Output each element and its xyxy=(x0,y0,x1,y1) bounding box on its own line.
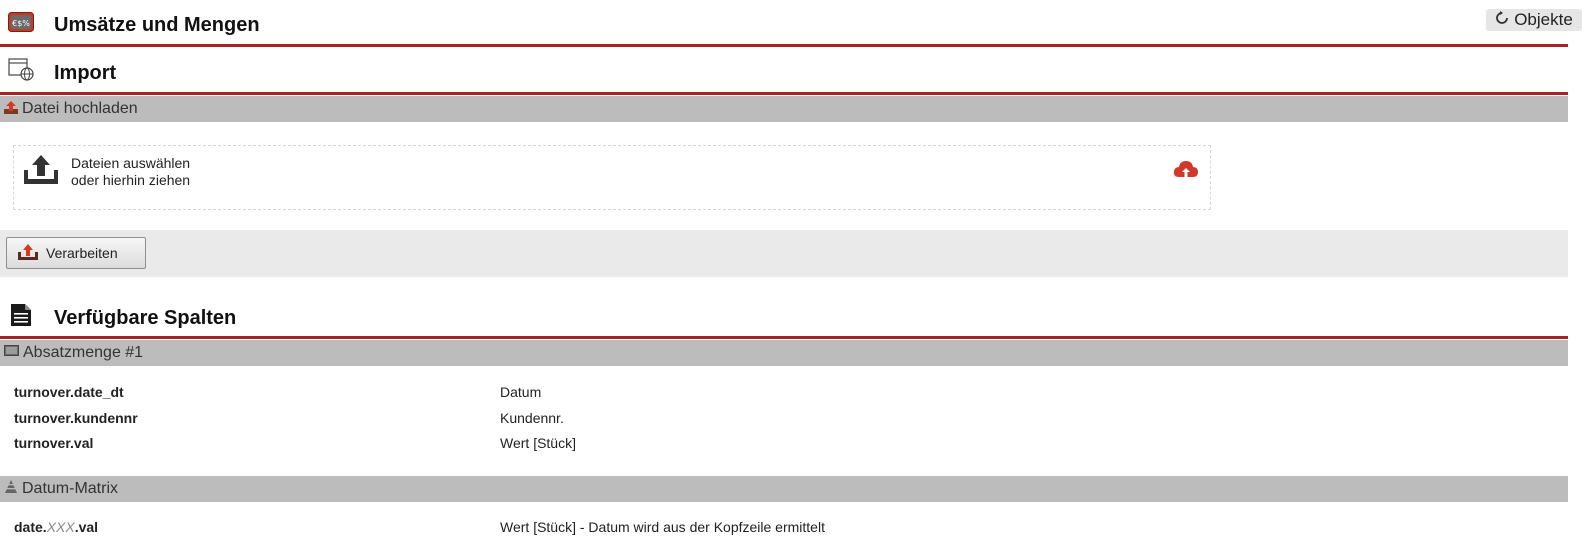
objects-button[interactable]: Objekte xyxy=(1486,9,1582,31)
process-button-label: Verarbeiten xyxy=(46,245,118,261)
column-key: date.XXX.val xyxy=(14,519,98,535)
columns-title: Verfügbare Spalten xyxy=(54,307,237,329)
pyramid-icon xyxy=(4,479,18,499)
column-key: turnover.kundennr xyxy=(14,410,138,426)
group-label-absatzmenge: Absatzmenge #1 xyxy=(23,344,144,361)
column-key-suffix: .val xyxy=(74,519,99,535)
turnover-icon: €$% xyxy=(8,12,34,37)
group-header-datum-matrix: Datum-Matrix xyxy=(0,476,1568,502)
document-icon xyxy=(10,303,32,332)
column-row: turnover.date_dt Datum xyxy=(14,384,541,400)
dropzone-line2: oder hierhin ziehen xyxy=(71,172,191,188)
column-row: turnover.kundennr Kundennr. xyxy=(14,410,564,426)
column-description: Kundennr. xyxy=(500,410,564,426)
column-key: turnover.date_dt xyxy=(14,384,124,400)
import-icon xyxy=(8,58,34,87)
column-key-prefix: date. xyxy=(14,519,47,535)
column-row: turnover.val Wert [Stück] xyxy=(14,435,576,451)
upload-icon xyxy=(4,100,18,119)
upload-icon xyxy=(18,243,38,263)
page-title: Umsätze und Mengen xyxy=(54,14,260,36)
upload-section-header: Datei hochladen xyxy=(0,96,1568,122)
column-key: turnover.val xyxy=(14,435,94,451)
refresh-icon xyxy=(1495,10,1509,30)
objects-button-label: Objekte xyxy=(1514,10,1573,29)
monitor-icon xyxy=(4,344,19,362)
page: €$% Umsätze und Mengen Objekte Import Da… xyxy=(0,0,1582,544)
column-description: Wert [Stück] xyxy=(500,435,576,451)
file-dropzone[interactable]: Dateien auswählen oder hierhin ziehen xyxy=(13,145,1211,210)
upload-section-label: Datei hochladen xyxy=(22,100,138,117)
column-row: date.XXX.val Wert [Stück] - Datum wird a… xyxy=(14,519,825,535)
import-title: Import xyxy=(54,62,117,84)
import-divider xyxy=(0,92,1568,95)
cloud-upload-icon[interactable] xyxy=(1173,159,1199,186)
upload-large-icon xyxy=(24,154,58,189)
column-description: Datum xyxy=(500,384,542,400)
process-button[interactable]: Verarbeiten xyxy=(6,237,146,269)
dropzone-line1: Dateien auswählen xyxy=(71,155,191,171)
column-key-placeholder: XXX xyxy=(46,519,75,535)
columns-divider xyxy=(0,336,1568,339)
column-description: Wert [Stück] - Datum wird aus der Kopfze… xyxy=(500,519,825,535)
group-label-datum-matrix: Datum-Matrix xyxy=(22,480,119,497)
action-toolbar: Verarbeiten xyxy=(0,230,1568,277)
dropzone-text: Dateien auswählen oder hierhin ziehen xyxy=(71,155,190,189)
header-divider xyxy=(0,44,1568,47)
svg-text:€$%: €$% xyxy=(12,19,30,28)
group-header-absatzmenge: Absatzmenge #1 xyxy=(0,340,1568,366)
